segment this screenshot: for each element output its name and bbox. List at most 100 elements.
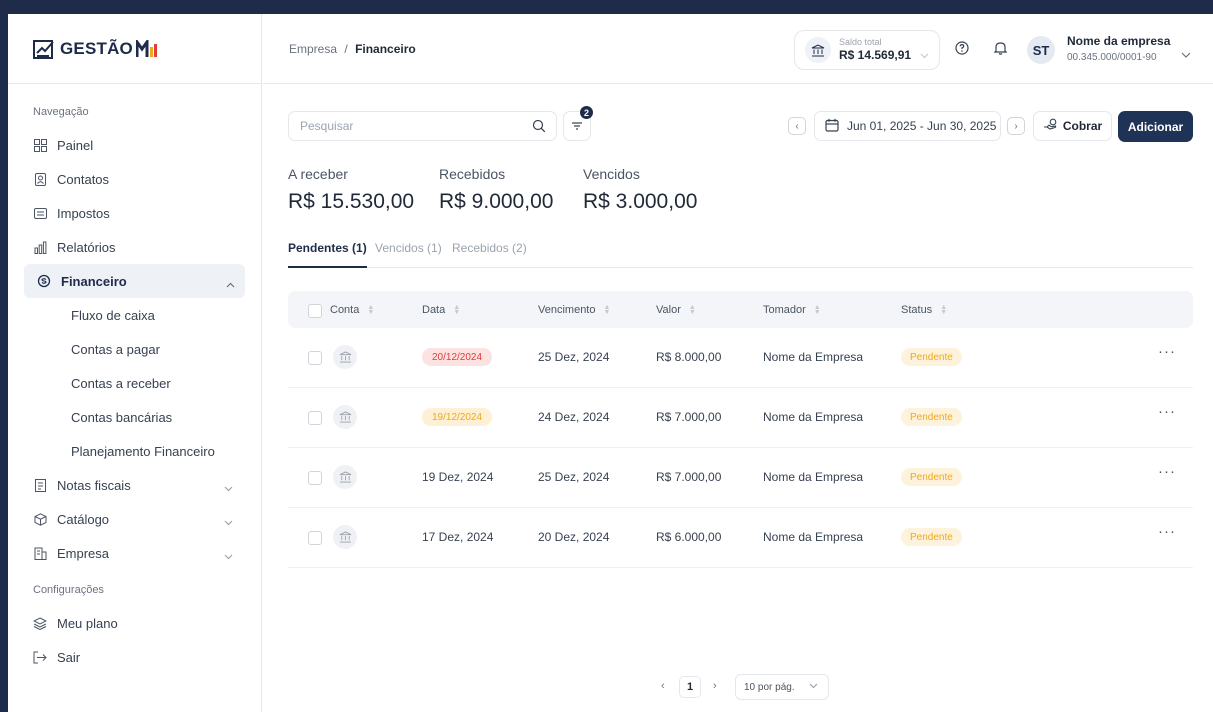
cobrar-button[interactable]: Cobrar [1033, 111, 1112, 141]
breadcrumb-current: Financeiro [355, 42, 416, 56]
sidebar-subitem-planejamento-financeiro[interactable]: Planejamento Financeiro [8, 434, 261, 468]
sidebar-item-sair[interactable]: Sair [8, 640, 261, 674]
page-number-current[interactable]: 1 [679, 676, 701, 698]
cell-tomador: Nome da Empresa [763, 530, 864, 544]
sidebar-item-label: Sair [57, 649, 81, 665]
date-overdue-pill: 20/12/2024 [422, 348, 493, 366]
logo-text: GESTÃO [60, 38, 133, 58]
financeiro-group: Financeiro [0, 264, 261, 298]
table-row[interactable]: 19/12/2024 24 Dez, 2024 R$ 7.000,00 Nome… [288, 388, 1193, 448]
sidebar-item-empresa[interactable]: Empresa [8, 536, 261, 570]
sidebar-item-label: Relatórios [57, 239, 116, 255]
more-options-icon[interactable]: ··· [1158, 343, 1176, 360]
status-tabs: Pendentes (1) Vencidos (1) Recebidos (2) [288, 239, 1193, 268]
sidebar-subitem-contas-a-pagar[interactable]: Contas a pagar [8, 332, 261, 366]
sidebar-item-contatos[interactable]: Contatos [8, 162, 261, 196]
balance-selector[interactable]: Saldo total R$ 14.569,91 [794, 30, 940, 70]
per-page-value: 10 por pág. [744, 681, 795, 693]
tab-vencidos[interactable]: Vencidos (1) [375, 241, 442, 255]
column-header-conta[interactable]: Conta ▲ ▼ [330, 304, 375, 316]
sidebar-item-catalogo[interactable]: Catálogo [8, 502, 261, 536]
row-checkbox[interactable] [308, 351, 322, 365]
balance-label: Saldo total [839, 37, 882, 47]
sidebar-item-meu-plano[interactable]: Meu plano [8, 606, 261, 640]
summary-value: R$ 9.000,00 [439, 190, 554, 213]
row-checkbox[interactable] [308, 411, 322, 425]
sidebar-item-financeiro[interactable]: Financeiro [24, 264, 245, 298]
summary-vencidos: Vencidos R$ 3.000,00 [583, 166, 697, 214]
layers-icon [32, 615, 48, 631]
cell-tomador: Nome da Empresa [763, 410, 864, 424]
table-row[interactable]: 19 Dez, 2024 25 Dez, 2024 R$ 7.000,00 No… [288, 448, 1193, 508]
column-header-valor[interactable]: Valor ▲ ▼ [656, 304, 696, 316]
column-header-data[interactable]: Data ▲ ▼ [422, 304, 461, 316]
next-page-icon[interactable]: › [713, 680, 717, 692]
sidebar-item-label: Catálogo [57, 511, 110, 527]
status-badge: Pendente [901, 528, 962, 546]
per-page-select[interactable]: 10 por pág. [735, 674, 829, 700]
search-input[interactable]: Pesquisar [288, 111, 557, 141]
avatar[interactable]: ST [1027, 36, 1055, 64]
table-row[interactable]: 20/12/2024 25 Dez, 2024 R$ 8.000,00 Nome… [288, 328, 1193, 388]
row-checkbox[interactable] [308, 531, 322, 545]
bell-icon[interactable] [993, 41, 1008, 58]
chevron-down-icon [224, 548, 233, 563]
column-header-tomador[interactable]: Tomador ▲ ▼ [763, 304, 821, 316]
select-all-checkbox[interactable] [308, 304, 322, 318]
date-range-picker[interactable]: Jun 01, 2025 - Jun 30, 2025 [814, 111, 1001, 141]
row-checkbox[interactable] [308, 471, 322, 485]
invoice-icon [32, 477, 48, 493]
search-placeholder: Pesquisar [300, 119, 354, 133]
column-header-vencimento[interactable]: Vencimento ▲ ▼ [538, 304, 610, 316]
table-row[interactable]: 17 Dez, 2024 20 Dez, 2024 R$ 6.000,00 No… [288, 508, 1193, 568]
sidebar-item-notas-fiscais[interactable]: Notas fiscais [8, 468, 261, 502]
chevron-down-icon [920, 47, 929, 62]
active-indicator [0, 270, 3, 292]
sort-icon: ▲ ▼ [940, 304, 948, 316]
summary-label: Recebidos [439, 166, 506, 182]
next-period-button[interactable]: › [1007, 117, 1025, 135]
logo[interactable]: GESTÃO [8, 14, 261, 84]
help-icon[interactable] [955, 41, 969, 58]
chevron-down-icon[interactable] [1181, 46, 1191, 61]
more-options-icon[interactable]: ··· [1158, 403, 1176, 420]
bank-icon [805, 37, 831, 63]
logo-mark: GESTÃO [33, 38, 158, 60]
bank-icon [333, 465, 357, 489]
sidebar-item-label: Impostos [57, 205, 110, 221]
cell-valor: R$ 6.000,00 [656, 530, 722, 544]
breadcrumb-parent[interactable]: Empresa [289, 42, 337, 56]
tab-pendentes[interactable]: Pendentes (1) [288, 241, 367, 255]
search-icon [532, 119, 546, 136]
more-options-icon[interactable]: ··· [1158, 523, 1176, 540]
sidebar: GESTÃO Navegação Painel Contatos Imposto… [0, 14, 262, 712]
company-cnpj: 00.345.000/0001-90 [1067, 52, 1157, 63]
window-frame-left [0, 0, 8, 712]
sidebar-item-relatorios[interactable]: Relatórios [8, 230, 261, 264]
sidebar-subitem-contas-a-receber[interactable]: Contas a receber [8, 366, 261, 400]
calendar-icon [825, 118, 839, 135]
prev-page-icon[interactable]: ‹ [661, 680, 665, 692]
date-range-text: Jun 01, 2025 - Jun 30, 2025 [847, 119, 997, 133]
sidebar-item-painel[interactable]: Painel [8, 128, 261, 162]
sort-icon: ▲ ▼ [453, 304, 461, 316]
sort-icon: ▲ ▼ [367, 304, 375, 316]
cell-data: 19 Dez, 2024 [422, 470, 494, 484]
sidebar-item-impostos[interactable]: Impostos [8, 196, 261, 230]
finance-icon [36, 273, 52, 289]
bank-icon [333, 345, 357, 369]
add-button[interactable]: Adicionar [1118, 111, 1193, 142]
tab-recebidos[interactable]: Recebidos (2) [452, 241, 527, 255]
column-header-status[interactable]: Status ▲ ▼ [901, 304, 948, 316]
sidebar-subitem-fluxo-de-caixa[interactable]: Fluxo de caixa [8, 298, 261, 332]
sidebar-subitem-contas-bancarias[interactable]: Contas bancárias [8, 400, 261, 434]
summary-value: R$ 3.000,00 [583, 190, 698, 213]
sort-icon: ▲ ▼ [688, 304, 696, 316]
company-info[interactable]: Nome da empresa 00.345.000/0001-90 [1067, 34, 1170, 63]
more-options-icon[interactable]: ··· [1158, 463, 1176, 480]
sort-icon: ▲ ▼ [813, 304, 821, 316]
prev-period-button[interactable]: ‹ [788, 117, 806, 135]
cell-valor: R$ 8.000,00 [656, 350, 722, 364]
summary-recebidos: Recebidos R$ 9.000,00 [439, 166, 553, 214]
filter-icon [571, 119, 583, 134]
